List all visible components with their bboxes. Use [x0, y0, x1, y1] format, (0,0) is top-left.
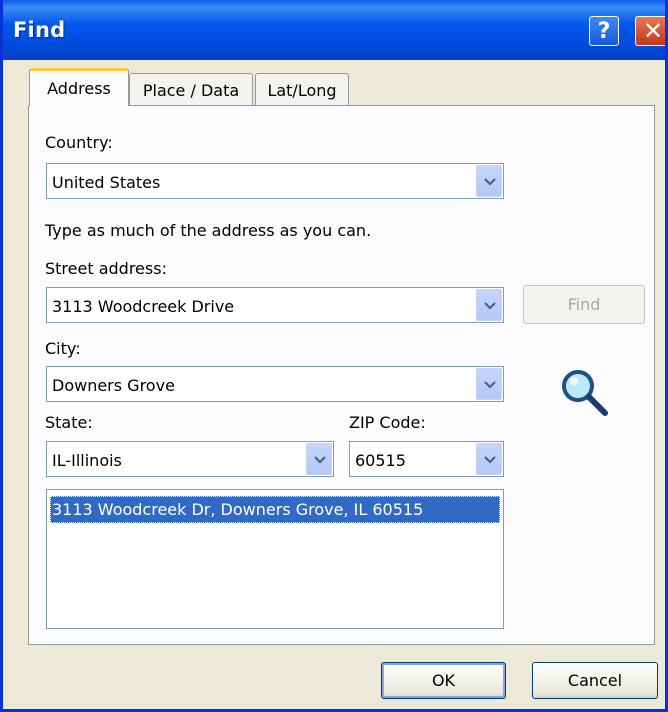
zip-code-value: 60515	[355, 451, 406, 470]
title-bar[interactable]: Find ? ✕	[3, 0, 665, 60]
city-combo[interactable]: Downers Grove	[46, 366, 504, 402]
find-button-label: Find	[567, 295, 601, 314]
tab-place-data[interactable]: Place / Data	[129, 73, 253, 106]
chevron-down-icon[interactable]	[476, 368, 502, 400]
magnifier-icon	[562, 370, 608, 416]
street-address-value: 3113 Woodcreek Drive	[52, 297, 235, 316]
country-select[interactable]: United States	[46, 163, 504, 199]
close-button[interactable]: ✕	[635, 16, 665, 46]
close-icon: ✕	[642, 17, 664, 45]
country-value: United States	[52, 173, 161, 192]
help-button[interactable]: ?	[589, 16, 619, 46]
find-button[interactable]: Find	[523, 285, 645, 324]
chevron-down-icon[interactable]	[476, 289, 502, 321]
street-address-combo[interactable]: 3113 Woodcreek Drive	[46, 287, 504, 323]
ok-button[interactable]: OK	[381, 662, 506, 699]
tab-lat-long-label: Lat/Long	[267, 81, 337, 100]
ok-button-label: OK	[431, 671, 456, 690]
state-label: State:	[45, 413, 93, 432]
list-item[interactable]: 3113 Woodcreek Dr, Downers Grove, IL 605…	[50, 496, 500, 523]
city-value: Downers Grove	[52, 376, 175, 395]
zip-code-combo[interactable]: 60515	[349, 441, 504, 477]
tab-place-data-label: Place / Data	[142, 81, 240, 100]
chevron-down-icon[interactable]	[476, 165, 502, 197]
street-address-label: Street address:	[45, 259, 167, 278]
zip-code-label: ZIP Code:	[349, 413, 426, 432]
cancel-button[interactable]: Cancel	[532, 662, 658, 699]
window-title: Find	[13, 18, 66, 42]
address-hint: Type as much of the address as you can.	[45, 221, 372, 240]
question-mark-icon: ?	[597, 19, 611, 44]
tab-address-label: Address	[47, 79, 111, 98]
cancel-button-label: Cancel	[567, 671, 623, 690]
country-label: Country:	[45, 133, 113, 152]
chevron-down-icon[interactable]	[306, 443, 332, 475]
state-select[interactable]: IL-Illinois	[46, 441, 334, 477]
find-dialog: Find ? ✕ Address Place / Data Lat/Long C…	[0, 0, 668, 712]
results-list[interactable]: 3113 Woodcreek Dr, Downers Grove, IL 605…	[46, 489, 504, 629]
city-label: City:	[45, 339, 81, 358]
chevron-down-icon[interactable]	[476, 443, 502, 475]
state-value: IL-Illinois	[52, 451, 122, 470]
tab-lat-long[interactable]: Lat/Long	[255, 73, 349, 106]
tab-address[interactable]: Address	[29, 68, 129, 106]
